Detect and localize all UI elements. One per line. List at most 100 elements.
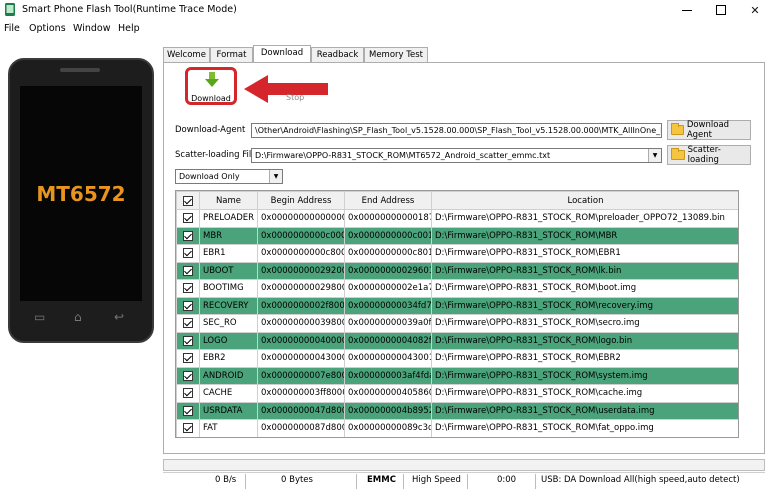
status-storage: EMMC [367, 475, 396, 485]
cell-location: D:\Firmware\OPPO-R831_STOCK_ROM\cache.im… [431, 384, 738, 403]
cell-begin-address: 0x0000000002980000 [257, 279, 345, 298]
column-header-name[interactable]: Name [199, 191, 258, 210]
table-row[interactable]: ANDROID0x0000000007e800000x000000003af4f… [176, 366, 738, 385]
row-checkbox[interactable] [176, 419, 200, 437]
folder-icon [671, 148, 685, 160]
menu-options[interactable]: Options [29, 23, 66, 34]
table-row[interactable]: PRELOADER0x00000000000000000x00000000000… [176, 209, 738, 228]
row-checkbox[interactable] [176, 384, 200, 403]
cell-name: EBR1 [199, 244, 258, 263]
select-all-checkbox[interactable] [176, 191, 200, 210]
cell-name: EBR2 [199, 349, 258, 368]
cell-begin-address: 0x0000000000c80000 [257, 244, 345, 263]
cell-end-address: 0x0000000002e1a7ff [344, 279, 432, 298]
download-arrow-icon [205, 72, 219, 87]
checkmark-icon [183, 423, 193, 434]
checkmark-icon [183, 213, 193, 224]
menu-file[interactable]: File [4, 23, 20, 34]
mode-select-value: Download Only [179, 172, 240, 181]
table-row[interactable]: UBOOT0x00000000029200000x000000000296012… [176, 261, 738, 280]
cell-location: D:\Firmware\OPPO-R831_STOCK_ROM\lk.bin [431, 261, 738, 280]
table-row[interactable]: LOGO0x00000000040000000x0000000004082f3b… [176, 331, 738, 350]
table-row[interactable]: FAT0x0000000087d800000x00000000089c3dfff… [176, 419, 738, 437]
download-panel: Download Stop Download-Agent \Other\Andr… [163, 62, 765, 454]
download-agent-button[interactable]: Download Agent [667, 120, 751, 140]
scatter-file-value: D:\Firmware\OPPO-R831_STOCK_ROM\MT6572_A… [255, 151, 551, 160]
cell-name: RECOVERY [199, 296, 258, 315]
scatter-loading-button[interactable]: Scatter-loading [667, 145, 751, 165]
mode-select[interactable]: Download Only ▼ [175, 169, 283, 184]
row-checkbox[interactable] [176, 244, 200, 263]
table-row[interactable]: RECOVERY0x0000000002f800000x00000000034f… [176, 296, 738, 315]
cell-location: D:\Firmware\OPPO-R831_STOCK_ROM\boot.img [431, 279, 738, 298]
phone-image: MT6572 ▭ ⌂ ↩ [8, 58, 154, 343]
table-row[interactable]: EBR10x0000000000c800000x0000000000c801ff… [176, 244, 738, 263]
menu-help[interactable]: Help [118, 23, 140, 34]
cell-name: SEC_RO [199, 314, 258, 333]
row-checkbox[interactable] [176, 226, 200, 245]
tab-welcome[interactable]: Welcome [163, 47, 210, 63]
cell-location: D:\Firmware\OPPO-R831_STOCK_ROM\logo.bin [431, 331, 738, 350]
checkmark-icon [183, 353, 193, 364]
download-agent-button-label: Download Agent [686, 120, 730, 140]
close-button[interactable]: ✕ [738, 0, 769, 20]
status-bar: 0 B/s 0 Bytes EMMC High Speed 0:00 USB: … [163, 472, 765, 489]
cell-begin-address: 0x000000003ff80000 [257, 384, 345, 403]
tab-readback[interactable]: Readback [311, 47, 364, 63]
table-row[interactable]: EBR20x00000000043000000x00000000043001ff… [176, 349, 738, 368]
table-row[interactable]: SEC_RO0x00000000039800000x00000000039a0f… [176, 314, 738, 333]
tab-format[interactable]: Format [210, 47, 253, 63]
cell-begin-address: 0x0000000002f80000 [257, 296, 345, 315]
maximize-button[interactable] [704, 0, 738, 20]
chevron-down-icon[interactable]: ▼ [648, 149, 661, 162]
scatter-file-field[interactable]: D:\Firmware\OPPO-R831_STOCK_ROM\MT6572_A… [251, 148, 662, 163]
column-header-begin[interactable]: Begin Address [257, 191, 345, 210]
checkmark-icon [183, 388, 193, 399]
cell-name: MBR [199, 226, 258, 245]
phone-panel: MT6572 ▭ ⌂ ↩ [0, 40, 160, 460]
column-header-end[interactable]: End Address [344, 191, 432, 210]
home-key-icon: ⌂ [74, 310, 82, 324]
checkmark-icon [183, 405, 193, 416]
download-agent-field[interactable]: \Other\Android\Flashing\SP_Flash_Tool_v5… [251, 123, 662, 138]
cell-end-address: 0x000000000296012f [344, 261, 432, 280]
row-checkbox[interactable] [176, 349, 200, 368]
phone-screen: MT6572 [20, 86, 142, 301]
minimize-button[interactable] [670, 0, 704, 20]
cell-location: D:\Firmware\OPPO-R831_STOCK_ROM\MBR [431, 226, 738, 245]
tab-memory-test[interactable]: Memory Test [364, 47, 428, 63]
row-checkbox[interactable] [176, 366, 200, 385]
scatter-label: Scatter-loading File [175, 150, 257, 160]
table-row[interactable]: BOOTIMG0x00000000029800000x0000000002e1a… [176, 279, 738, 298]
cell-begin-address: 0x0000000004000000 [257, 331, 345, 350]
cell-begin-address: 0x0000000000c00000 [257, 226, 345, 245]
checkmark-icon [183, 300, 193, 311]
row-checkbox[interactable] [176, 401, 200, 420]
cell-location: D:\Firmware\OPPO-R831_STOCK_ROM\preloade… [431, 209, 738, 228]
partition-table: Name Begin Address End Address Location … [175, 190, 739, 438]
download-button[interactable]: Download [185, 67, 237, 105]
row-checkbox[interactable] [176, 279, 200, 298]
table-row[interactable]: CACHE0x000000003ff800000x000000004058609… [176, 384, 738, 403]
cell-name: PRELOADER [199, 209, 258, 228]
row-checkbox[interactable] [176, 296, 200, 315]
table-row[interactable]: MBR0x0000000000c000000x0000000000c001ffD… [176, 226, 738, 245]
row-checkbox[interactable] [176, 331, 200, 350]
cell-name: UBOOT [199, 261, 258, 280]
cell-end-address: 0x0000000004082f3b [344, 331, 432, 350]
cell-name: ANDROID [199, 366, 258, 385]
row-checkbox[interactable] [176, 209, 200, 228]
row-checkbox[interactable] [176, 314, 200, 333]
checkmark-icon [183, 318, 193, 329]
row-checkbox[interactable] [176, 261, 200, 280]
cell-begin-address: 0x0000000007e80000 [257, 366, 345, 385]
table-row[interactable]: USRDATA0x0000000047d800000x000000004b895… [176, 401, 738, 420]
cell-name: CACHE [199, 384, 258, 403]
status-connection: USB: DA Download All(high speed,auto det… [541, 475, 740, 485]
stop-button[interactable]: Stop [286, 93, 304, 102]
checkmark-icon [183, 335, 193, 346]
cell-location: D:\Firmware\OPPO-R831_STOCK_ROM\EBR1 [431, 244, 738, 263]
menu-window[interactable]: Window [73, 23, 110, 34]
chevron-down-icon[interactable]: ▼ [269, 170, 282, 183]
column-header-location[interactable]: Location [431, 191, 738, 210]
